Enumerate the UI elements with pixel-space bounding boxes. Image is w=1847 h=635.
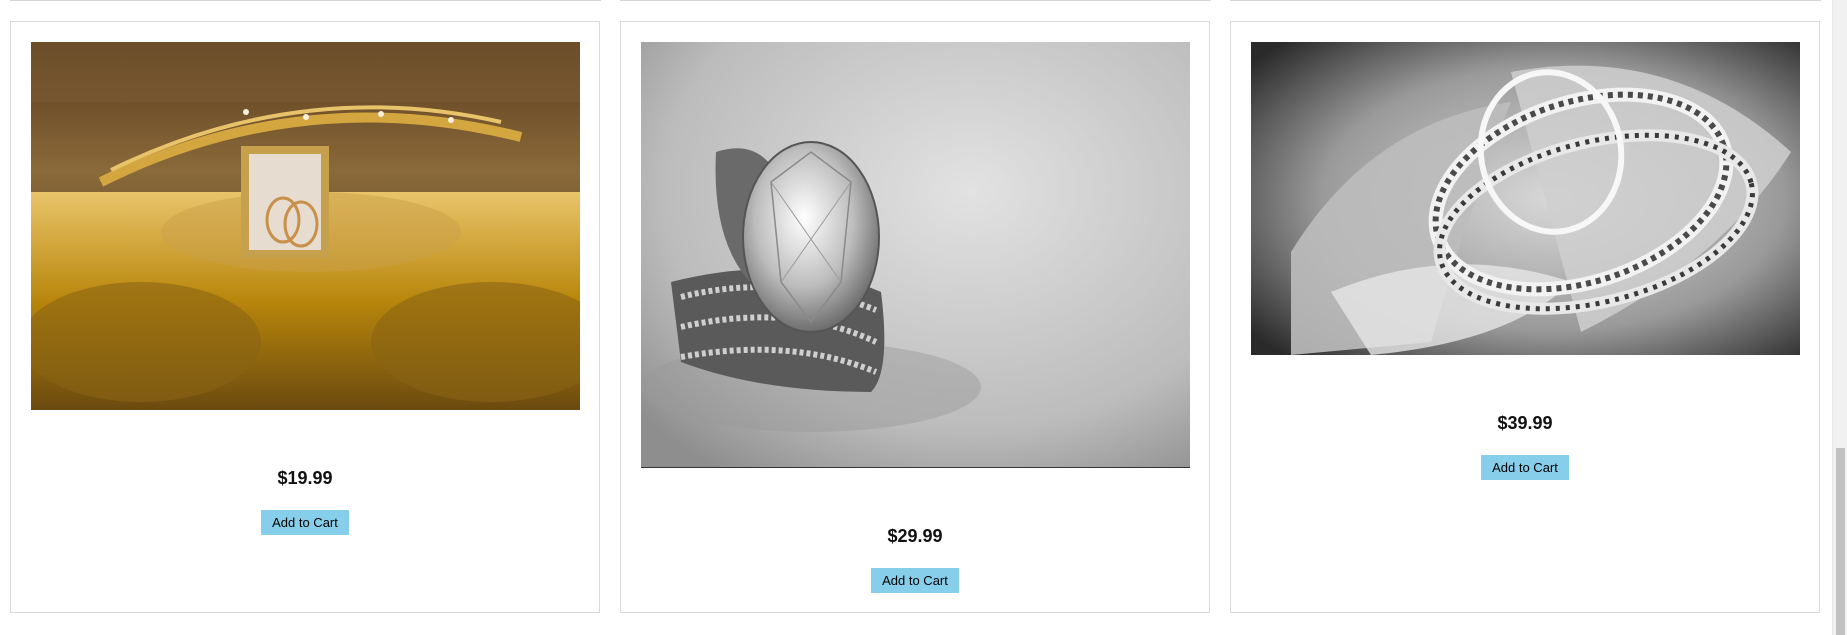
add-to-cart-button[interactable]: Add to Cart: [871, 568, 959, 593]
product-grid-viewport: $19.99 Add to Cart $29.99 Add to Cart $3…: [0, 0, 1847, 635]
add-to-cart-button[interactable]: Add to Cart: [261, 510, 349, 535]
price-label: $29.99: [887, 526, 943, 546]
vertical-scrollbar[interactable]: [1832, 0, 1847, 635]
diamond-ring-photo[interactable]: [641, 42, 1190, 468]
previous-card-edge: [1230, 0, 1821, 1]
add-to-cart-button[interactable]: Add to Cart: [1481, 455, 1569, 480]
price-label: $19.99: [277, 468, 333, 488]
product-card: $19.99 Add to Cart: [10, 21, 600, 613]
silver-rings-on-rose-photo[interactable]: [1251, 42, 1800, 355]
previous-card-edge: [620, 0, 1211, 1]
previous-card-edge: [10, 0, 601, 1]
scrollbar-thumb[interactable]: [1836, 448, 1845, 635]
product-card: $29.99 Add to Cart: [620, 21, 1210, 613]
product-card: $39.99 Add to Cart: [1230, 21, 1820, 613]
price-label: $39.99: [1497, 413, 1553, 433]
gold-jewelry-box-photo[interactable]: [31, 42, 580, 410]
